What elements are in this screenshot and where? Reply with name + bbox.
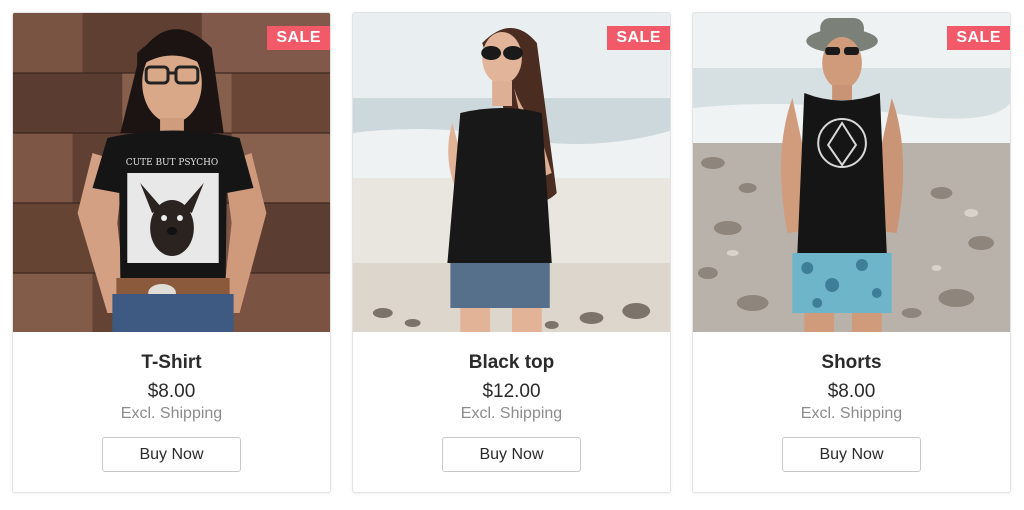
sale-badge: SALE xyxy=(267,26,330,50)
product-image-black-top[interactable]: SALE xyxy=(353,13,670,332)
shipping-note: Excl. Shipping xyxy=(460,405,563,422)
buy-now-button[interactable]: Buy Now xyxy=(442,437,581,472)
sale-badge: SALE xyxy=(947,26,1010,50)
product-image-shorts[interactable]: SALE xyxy=(693,13,1010,332)
product-name[interactable]: Black top xyxy=(353,351,670,375)
product-name[interactable]: T-Shirt xyxy=(13,351,330,375)
shipping-note: Excl. Shipping xyxy=(120,405,223,422)
product-info: Shorts $8.00 Excl. Shipping Buy Now xyxy=(693,332,1010,472)
buy-now-button[interactable]: Buy Now xyxy=(782,437,921,472)
tshirt-photo: CUTE BUT PSYCHO xyxy=(13,13,330,332)
product-grid: CUTE BUT PSYCHO SALE T-Shirt $8.00 Excl.… xyxy=(0,0,1024,510)
product-info: T-Shirt $8.00 Excl. Shipping Buy Now xyxy=(13,332,330,472)
product-card-tshirt: CUTE BUT PSYCHO SALE T-Shirt $8.00 Excl.… xyxy=(12,12,331,493)
product-price: $12.00 xyxy=(482,381,541,402)
product-price: $8.00 xyxy=(827,381,876,402)
buy-now-button[interactable]: Buy Now xyxy=(102,437,241,472)
sale-badge: SALE xyxy=(607,26,670,50)
product-image-tshirt[interactable]: CUTE BUT PSYCHO SALE xyxy=(13,13,330,332)
shipping-note: Excl. Shipping xyxy=(800,405,903,422)
product-card-black-top: SALE Black top $12.00 Excl. Shipping Buy… xyxy=(352,12,671,493)
product-info: Black top $12.00 Excl. Shipping Buy Now xyxy=(353,332,670,472)
black-top-photo xyxy=(353,13,670,332)
shirt-print-text: CUTE BUT PSYCHO xyxy=(126,158,218,168)
shorts-photo xyxy=(693,13,1010,332)
product-name[interactable]: Shorts xyxy=(693,351,1010,375)
product-card-shorts: SALE Shorts $8.00 Excl. Shipping Buy Now xyxy=(692,12,1011,493)
product-price: $8.00 xyxy=(147,381,196,402)
